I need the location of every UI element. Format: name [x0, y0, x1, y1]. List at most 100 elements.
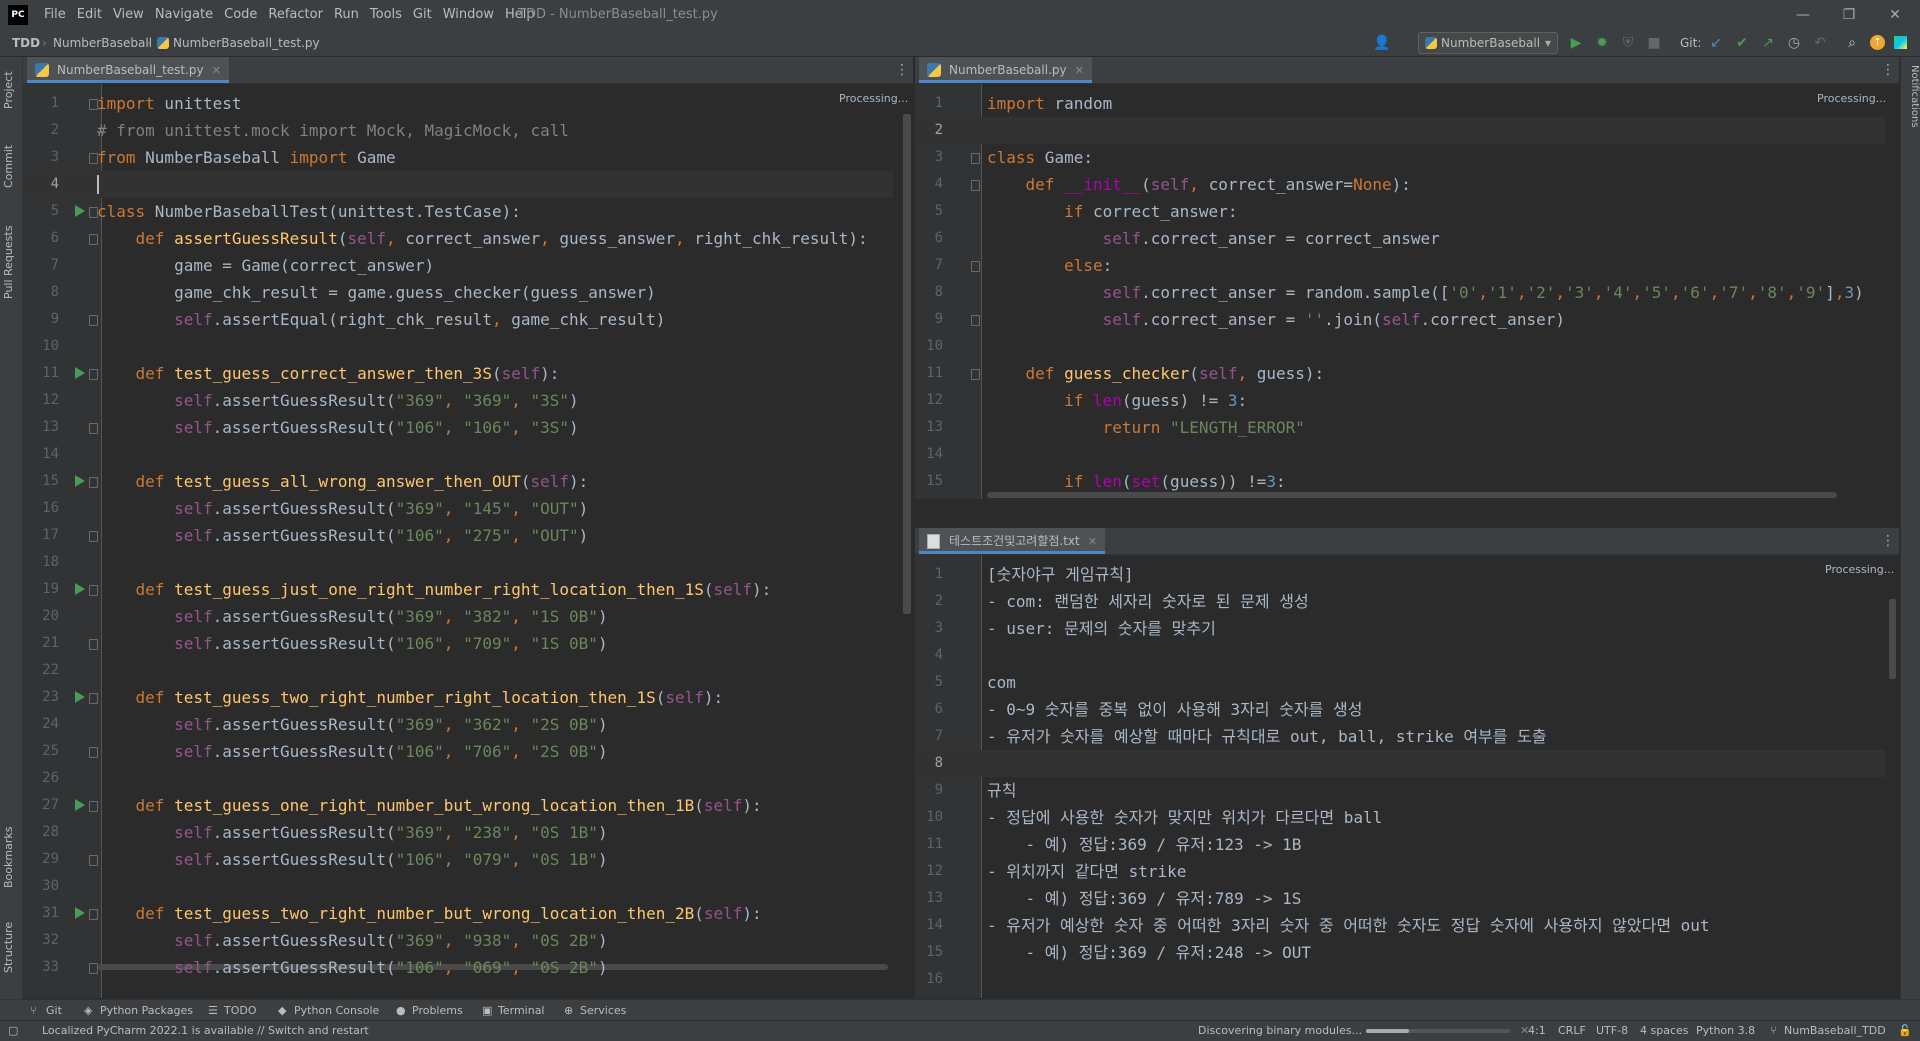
line-number[interactable]: 20	[31, 603, 59, 630]
code-line[interactable]: - 정답에 사용한 숫자가 맞지만 위치가 다르다면 ball	[987, 804, 1382, 831]
fold-marker-icon[interactable]	[89, 801, 98, 812]
fold-marker-icon[interactable]	[89, 531, 98, 542]
tool-terminal[interactable]: Terminal	[498, 1000, 545, 1021]
code-line[interactable]: self.assertGuessResult("106", "275", "OU…	[97, 522, 588, 549]
code-line[interactable]: self.assertEqual(right_chk_result, game_…	[97, 306, 665, 333]
line-number[interactable]: 15	[31, 468, 59, 495]
tool-pull-requests[interactable]: Pull Requests	[2, 217, 20, 307]
code-line[interactable]: game_chk_result = game.guess_checker(gue…	[97, 279, 656, 306]
run-test-icon[interactable]	[75, 475, 85, 487]
line-number[interactable]: 8	[915, 279, 943, 306]
line-number[interactable]: 12	[31, 387, 59, 414]
line-number[interactable]: 5	[31, 198, 59, 225]
code-line[interactable]: class Game:	[987, 144, 1093, 171]
line-number[interactable]: 1	[31, 90, 59, 117]
code-line[interactable]: self.assertGuessResult("369", "382", "1S…	[97, 603, 608, 630]
run-test-icon[interactable]	[75, 691, 85, 703]
line-number[interactable]: 9	[915, 777, 943, 804]
line-number[interactable]: 14	[31, 441, 59, 468]
menu-run[interactable]: Run	[334, 0, 359, 30]
user-icon[interactable]: 👤	[1372, 33, 1392, 53]
line-number[interactable]: 6	[915, 696, 943, 723]
code-line[interactable]: def test_guess_just_one_right_number_rig…	[97, 576, 772, 603]
line-number[interactable]: 14	[915, 441, 943, 468]
git-branch[interactable]: NumBaseball_TDD	[1784, 1021, 1886, 1041]
line-number[interactable]: 10	[31, 333, 59, 360]
history-icon[interactable]: ◷	[1784, 33, 1804, 53]
file-encoding[interactable]: UTF-8	[1596, 1021, 1628, 1041]
line-number[interactable]: 2	[915, 117, 943, 144]
code-line[interactable]: com	[987, 669, 1016, 696]
code-line[interactable]: [숫자야구 게임규칙]	[987, 561, 1134, 588]
line-number[interactable]: 3	[915, 144, 943, 171]
line-number[interactable]: 11	[915, 831, 943, 858]
line-number[interactable]: 10	[915, 333, 943, 360]
close-window-button[interactable]: ✕	[1872, 0, 1918, 30]
tab-numberbaseball[interactable]: NumberBaseball.py ✕	[919, 57, 1092, 83]
fold-marker-icon[interactable]	[89, 315, 98, 326]
breadcrumb-file[interactable]: NumberBaseball_test.py	[173, 30, 320, 56]
line-number[interactable]: 28	[31, 819, 59, 846]
tab-numberbaseball-test[interactable]: NumberBaseball_test.py ✕	[27, 57, 229, 83]
menu-window[interactable]: Window	[443, 0, 494, 30]
fold-marker-icon[interactable]	[89, 963, 98, 974]
line-number[interactable]: 12	[915, 387, 943, 414]
fold-marker-icon[interactable]	[89, 207, 98, 218]
vertical-scrollbar[interactable]	[903, 114, 911, 614]
code-line[interactable]: import unittest	[97, 90, 242, 117]
line-number[interactable]: 5	[915, 669, 943, 696]
code-line[interactable]: import random	[987, 90, 1112, 117]
code-line[interactable]: def test_guess_two_right_number_but_wron…	[97, 900, 762, 927]
git-commit-icon[interactable]: ✔	[1732, 33, 1752, 53]
tool-notifications[interactable]: Notifications	[1902, 65, 1920, 155]
tool-structure[interactable]: Structure	[2, 912, 20, 982]
tool-commit[interactable]: Commit	[2, 137, 20, 195]
code-line[interactable]: - 유저가 예상한 숫자 중 어떠한 3자리 숫자 중 어떠한 숫자도 정답 숫…	[987, 912, 1710, 939]
line-number[interactable]: 12	[915, 858, 943, 885]
fold-marker-icon[interactable]	[971, 369, 980, 380]
close-tab-icon[interactable]: ✕	[212, 64, 221, 77]
breadcrumb-project[interactable]: TDD	[12, 30, 40, 56]
line-number[interactable]: 23	[31, 684, 59, 711]
close-tab-icon[interactable]: ✕	[1088, 535, 1097, 548]
fold-marker-icon[interactable]	[89, 693, 98, 704]
line-number[interactable]: 33	[31, 954, 59, 981]
line-number[interactable]: 3	[915, 615, 943, 642]
line-number[interactable]: 10	[915, 804, 943, 831]
code-line[interactable]: self.assertGuessResult("106", "709", "1S…	[97, 630, 608, 657]
code-line[interactable]: def assertGuessResult(self, correct_answ…	[97, 225, 868, 252]
line-number[interactable]: 4	[915, 642, 943, 669]
fold-marker-icon[interactable]	[89, 369, 98, 380]
run-test-icon[interactable]	[75, 799, 85, 811]
tool-todo[interactable]: TODO	[224, 1000, 257, 1021]
python-interpreter[interactable]: Python 3.8	[1696, 1021, 1755, 1041]
tab-test-conditions[interactable]: 테스트조건및고려할점.txt ✕	[919, 528, 1105, 554]
code-line[interactable]: self.correct_anser = ''.join(self.correc…	[987, 306, 1565, 333]
menu-code[interactable]: Code	[224, 0, 257, 30]
line-number[interactable]: 16	[915, 966, 943, 993]
line-number[interactable]: 13	[915, 414, 943, 441]
code-line[interactable]: def test_guess_all_wrong_answer_then_OUT…	[97, 468, 589, 495]
code-line[interactable]: def __init__(self, correct_answer=None):	[987, 171, 1411, 198]
code-line[interactable]: game = Game(correct_answer)	[97, 252, 434, 279]
code-line[interactable]: return "DUPLICATE_ERROR"	[987, 495, 1334, 499]
line-number[interactable]: 32	[31, 927, 59, 954]
line-number[interactable]: 15	[915, 939, 943, 966]
menu-tools[interactable]: Tools	[370, 0, 402, 30]
code-line[interactable]: def test_guess_correct_answer_then_3S(se…	[97, 360, 560, 387]
line-number[interactable]: 26	[31, 765, 59, 792]
line-number[interactable]: 31	[31, 900, 59, 927]
stop-icon[interactable]: ■	[1644, 33, 1664, 53]
code-line[interactable]: 규칙	[987, 777, 1016, 804]
right-bottom-text-editor[interactable]: Processing... 1 [숫자야구 게임규칙] 2 - com: 랜덤한 세자…	[915, 555, 1899, 998]
run-test-icon[interactable]	[75, 367, 85, 379]
tool-git[interactable]: Git	[46, 1000, 62, 1021]
coverage-icon[interactable]: ⛨	[1618, 33, 1638, 53]
line-number[interactable]: 15	[915, 468, 943, 495]
line-number[interactable]: 8	[915, 750, 943, 777]
line-number[interactable]: 2	[915, 588, 943, 615]
code-line[interactable]: - 예) 정답:369 / 유저:248 -> OUT	[987, 939, 1312, 966]
code-line[interactable]: self.assertGuessResult("369", "238", "0S…	[97, 819, 608, 846]
left-code-editor[interactable]: Processing... 1 import unittest 2 # from un…	[23, 84, 913, 998]
rollback-icon[interactable]: ↶	[1810, 33, 1830, 53]
